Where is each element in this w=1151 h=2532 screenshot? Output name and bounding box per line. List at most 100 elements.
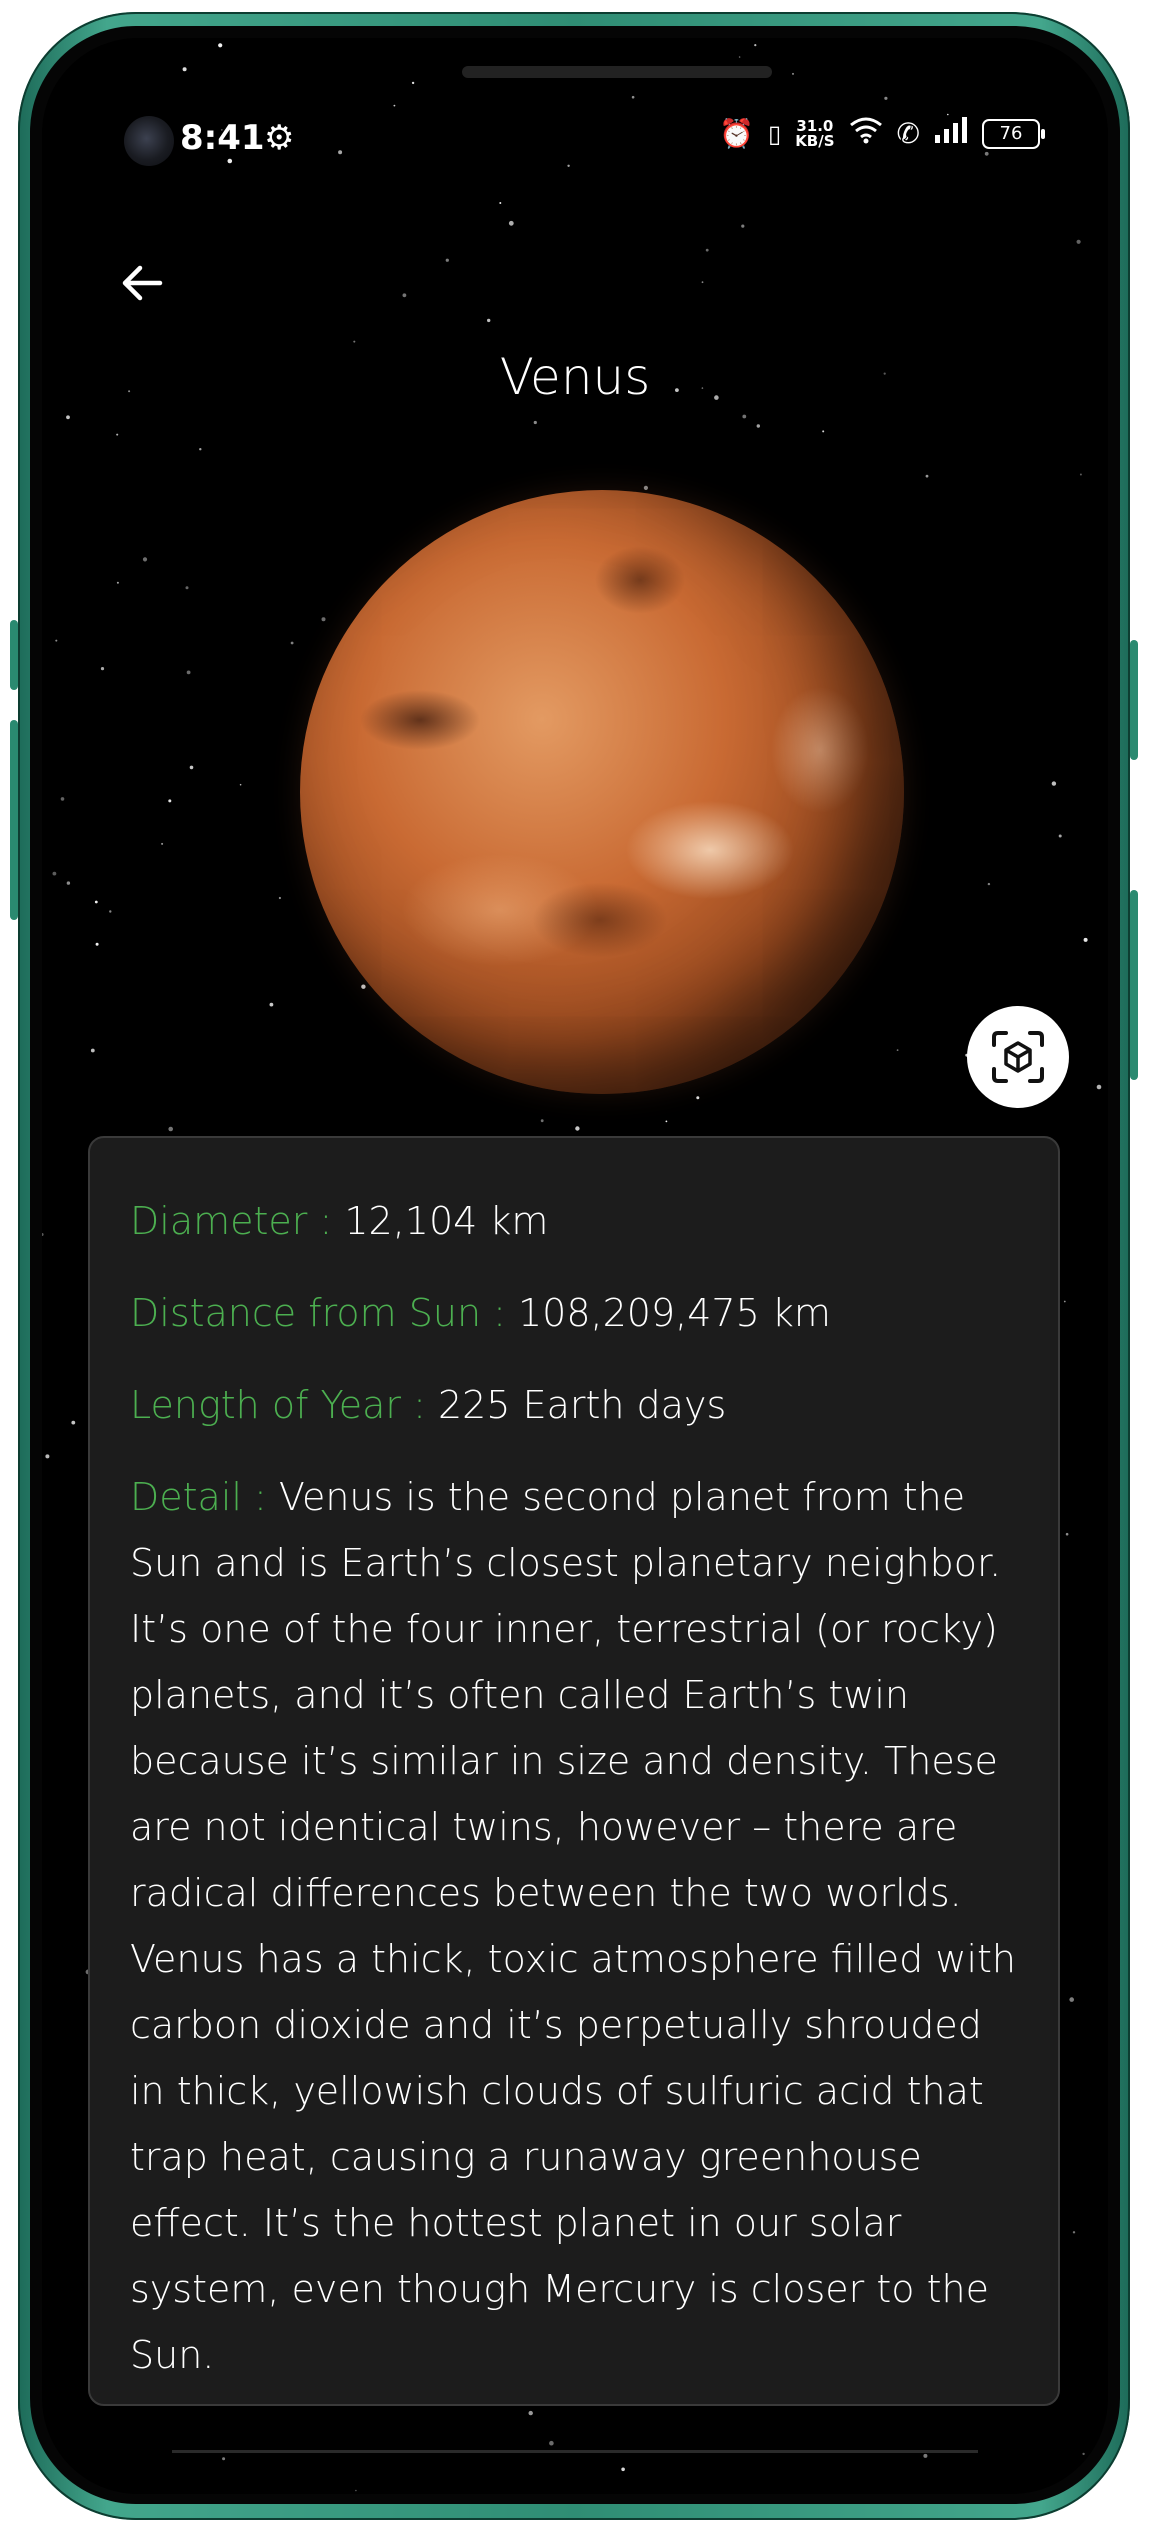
star-dot — [52, 871, 57, 876]
view-in-ar-icon — [992, 1031, 1044, 1083]
star-dot — [540, 1119, 544, 1123]
planet-info-card: Diameter : 12,104 km Distance from Sun :… — [88, 1136, 1060, 2406]
star-dot — [168, 799, 172, 803]
view-in-ar-button[interactable] — [967, 1006, 1069, 1108]
star-dot — [445, 258, 449, 262]
star-dot — [109, 910, 112, 913]
signal-icon — [934, 117, 968, 150]
star-dot — [94, 900, 98, 904]
star-dot — [754, 44, 757, 47]
star-dot — [575, 1126, 580, 1131]
diameter-value: 12,104 km — [344, 1199, 549, 1243]
star-dot — [508, 220, 514, 226]
star-dot — [239, 783, 242, 786]
star-dot — [1076, 239, 1081, 244]
status-icons: ⏰ ▯ 31.0 KB/S ✆ 76 — [719, 116, 1045, 151]
star-dot — [71, 1420, 76, 1425]
star-dot — [923, 2453, 928, 2458]
detail-label: Detail : — [130, 1475, 279, 1519]
star-dot — [925, 474, 929, 478]
star-dot — [884, 96, 888, 100]
star-dot — [100, 667, 105, 671]
star-dot — [701, 281, 704, 284]
star-dot — [738, 56, 741, 58]
arrow-left-icon — [122, 265, 163, 301]
star-dot — [756, 424, 760, 428]
star-dot — [321, 617, 326, 622]
front-camera — [124, 116, 174, 166]
distance-row: Distance from Sun : 108,209,475 km — [130, 1280, 1018, 1346]
phone-side-button — [1130, 890, 1138, 1080]
star-dot — [290, 641, 294, 645]
status-time: 8:41 — [180, 118, 265, 158]
star-dot — [1084, 49, 1087, 52]
star-dot — [896, 1049, 899, 1051]
star-dot — [42, 1233, 44, 1236]
network-speed-unit: KB/S — [795, 131, 835, 150]
star-dot — [361, 984, 366, 989]
star-dot — [222, 2457, 226, 2461]
star-dot — [60, 797, 65, 801]
distance-label: Distance from Sun : — [130, 1291, 518, 1335]
distance-value: 108,209,475 km — [518, 1291, 831, 1335]
star-dot — [1083, 937, 1088, 942]
star-dot — [402, 293, 407, 298]
status-bar: 8:41 ⚙ ⏰ ▯ 31.0 KB/S ✆ 76 — [42, 108, 1108, 168]
star-dot — [278, 896, 281, 900]
diameter-row: Diameter : 12,104 km — [130, 1188, 1018, 1254]
star-dot — [696, 1096, 700, 1100]
star-dot — [1065, 1532, 1069, 1536]
wifi-icon — [849, 116, 883, 151]
star-dot — [665, 1120, 668, 1123]
star-dot — [45, 1454, 50, 1459]
star-dot — [741, 224, 745, 228]
star-dot — [1072, 2231, 1076, 2234]
star-dot — [792, 72, 794, 75]
star-dot — [533, 420, 537, 425]
star-dot — [90, 1048, 95, 1053]
star-dot — [1063, 1300, 1066, 1303]
star-dot — [643, 485, 649, 490]
star-dot — [44, 2439, 48, 2443]
battery-level: 76 — [999, 123, 1023, 144]
star-dot — [1058, 834, 1062, 838]
star-dot — [621, 2467, 625, 2472]
phone-side-button — [10, 620, 18, 690]
star-dot — [1082, 2452, 1085, 2456]
star-dot — [499, 202, 502, 204]
star-dot — [393, 104, 396, 107]
star-dot — [168, 1126, 173, 1132]
detail-text: Detail : Venus is the second planet from… — [130, 1464, 1018, 2388]
star-dot — [161, 842, 164, 845]
star-dot — [116, 581, 119, 584]
star-dot — [189, 765, 194, 770]
vibrate-icon: ▯ — [767, 119, 782, 148]
star-dot — [1053, 41, 1056, 44]
star-dot — [1079, 473, 1082, 476]
screen-bottom-divider — [172, 2450, 978, 2453]
settings-gear-icon: ⚙ — [264, 118, 295, 158]
year-length-row: Length of Year : 225 Earth days — [130, 1372, 1018, 1438]
star-dot — [182, 67, 187, 72]
star-dot — [705, 248, 709, 252]
alarm-icon: ⏰ — [719, 117, 754, 150]
star-dot — [95, 942, 99, 946]
diameter-label: Diameter : — [130, 1199, 345, 1243]
app-screen: 8:41 ⚙ ⏰ ▯ 31.0 KB/S ✆ 76 Venus Diameter… — [42, 38, 1108, 2494]
star-dot — [199, 448, 202, 451]
star-dot — [116, 433, 119, 436]
star-dot — [66, 881, 71, 885]
phone-side-button — [10, 720, 18, 920]
planet-image[interactable] — [300, 490, 904, 1094]
detail-value: Venus is the second planet from the Sun … — [130, 1475, 1017, 2377]
star-dot — [269, 1002, 274, 1007]
star-dot — [742, 414, 747, 419]
wifi-calling-icon: ✆ — [896, 117, 920, 150]
star-dot — [185, 586, 189, 590]
star-dot — [487, 318, 491, 323]
star-dot — [822, 430, 825, 433]
back-button[interactable] — [112, 253, 172, 313]
year-length-value: 225 Earth days — [437, 1383, 727, 1427]
star-dot — [218, 43, 223, 48]
network-speed: 31.0 KB/S — [795, 118, 835, 150]
